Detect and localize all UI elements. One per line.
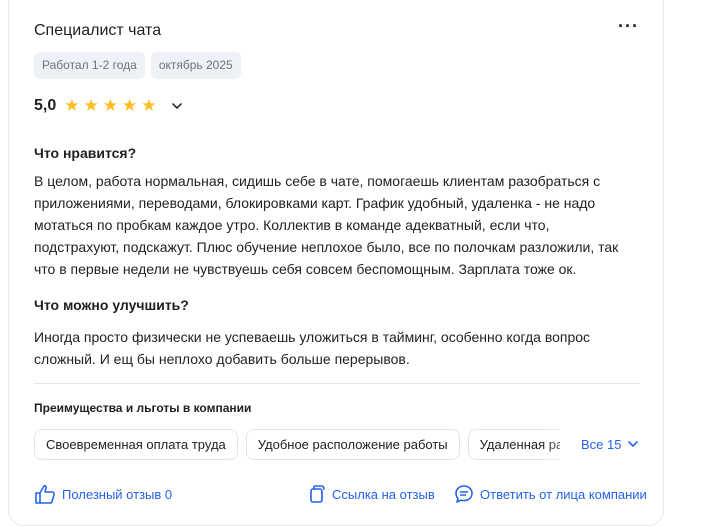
star-icon: ★ <box>83 96 99 115</box>
likes-heading: Что нравится? <box>34 145 137 161</box>
chat-bubble-icon <box>455 485 473 503</box>
star-icon: ★ <box>122 96 138 115</box>
review-tags: Работал 1-2 года октябрь 2025 <box>34 52 241 79</box>
tag-date: октябрь 2025 <box>150 52 241 79</box>
review-link-label: Ссылка на отзыв <box>332 486 435 502</box>
all-benefits-button[interactable]: Все 15 <box>581 436 641 452</box>
reply-label: Ответить от лица компании <box>480 486 647 502</box>
all-benefits-label: Все 15 <box>581 436 622 452</box>
helpful-label: Полезный отзыв 0 <box>62 486 173 502</box>
review-title: Специалист чата <box>34 22 162 39</box>
reply-button[interactable]: Ответить от лица компании <box>454 484 647 504</box>
chevron-down-icon <box>628 441 639 447</box>
improve-heading: Что можно улучшить? <box>34 297 189 313</box>
likes-text: В целом, работа нормальная, сидишь себе … <box>34 173 619 277</box>
benefits-list: Своевременная оплата труда Удобное распо… <box>34 429 560 460</box>
review-link-button[interactable]: Ссылка на отзыв <box>306 484 435 504</box>
benefit-chip: Удобное расположение работы <box>245 429 460 460</box>
rating-row: 5,0 ★ ★ ★ ★ ★ <box>34 97 185 115</box>
divider <box>34 383 640 384</box>
more-options-icon[interactable]: ··· <box>618 16 639 37</box>
benefits-heading: Преимущества и льготы в компании <box>34 401 252 415</box>
tag-experience: Работал 1-2 года <box>34 52 145 79</box>
star-icon: ★ <box>64 96 80 115</box>
benefit-chip: Своевременная оплата труда <box>34 429 238 460</box>
improve-text: Иногда просто физически не успеваешь уло… <box>34 329 591 367</box>
thumbs-up-icon <box>35 485 55 504</box>
copy-link-icon <box>310 485 325 503</box>
star-icon: ★ <box>141 96 157 115</box>
benefit-chip: Удаленная работа <box>467 429 560 460</box>
rating-value: 5,0 <box>34 97 57 114</box>
helpful-button[interactable]: Полезный отзыв 0 <box>34 484 172 504</box>
chevron-down-icon[interactable] <box>169 98 185 114</box>
star-icon: ★ <box>102 96 118 115</box>
